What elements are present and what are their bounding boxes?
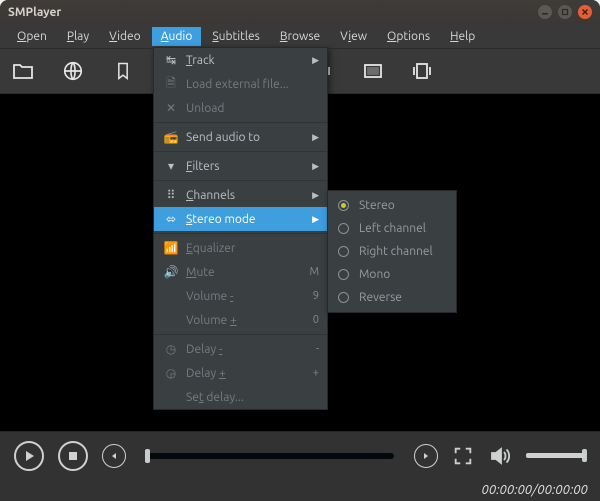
stereo-option-right[interactable]: Right channel: [328, 240, 456, 263]
chevron-right-icon: ▶: [312, 55, 319, 66]
stop-button[interactable]: [58, 441, 88, 471]
playback-controls: [0, 431, 600, 479]
stereo-option-reverse[interactable]: Reverse: [328, 286, 456, 309]
filter-icon: ▾: [162, 159, 180, 173]
audio-unload-item[interactable]: ✕Unload: [154, 96, 327, 120]
audio-mute-item[interactable]: 🔊MuteM: [154, 260, 327, 284]
x-icon: ✕: [162, 101, 180, 115]
send-icon: 📻: [162, 130, 180, 144]
menu-options[interactable]: Options: [378, 27, 439, 46]
audio-delay-down-item[interactable]: ◷Delay --: [154, 337, 327, 361]
menu-browse[interactable]: Browse: [271, 27, 329, 46]
clock-minus-icon: ◷: [162, 342, 180, 356]
chevron-right-icon: ▶: [312, 161, 319, 172]
separator: [154, 180, 327, 181]
fullscreen-button[interactable]: [452, 445, 474, 467]
menu-video[interactable]: Video: [100, 27, 150, 46]
menu-help[interactable]: Help: [441, 27, 484, 46]
chevron-right-icon: ▶: [312, 132, 319, 143]
aspect-icon[interactable]: [360, 58, 386, 84]
close-button[interactable]: [578, 5, 592, 19]
audio-equalizer-item[interactable]: 📶Equalizer: [154, 236, 327, 260]
audio-stereo-mode-item[interactable]: ⬄Stereo mode▶: [154, 207, 327, 231]
audio-load-external-item[interactable]: 🗎Load external file...: [154, 72, 327, 96]
minimize-button[interactable]: [538, 5, 552, 19]
audio-volume-down-item[interactable]: Volume -9: [154, 284, 327, 308]
seek-bar[interactable]: [146, 453, 394, 459]
radio-icon: [338, 269, 349, 280]
chevron-right-icon: ▶: [312, 190, 319, 201]
stereo-box-icon[interactable]: [410, 58, 436, 84]
volume-slider[interactable]: [526, 453, 586, 458]
audio-set-delay-item[interactable]: Set delay...: [154, 385, 327, 409]
time-total: 00:00:00: [537, 483, 588, 497]
audio-send-to-item[interactable]: 📻Send audio to▶: [154, 125, 327, 149]
chevron-right-icon: ▶: [312, 214, 319, 225]
stereo-mode-submenu: Stereo Left channel Right channel Mono R…: [327, 190, 457, 313]
audio-volume-up-item[interactable]: Volume +0: [154, 308, 327, 332]
channels-icon: ⠿: [162, 188, 180, 202]
volume-button[interactable]: [488, 444, 512, 468]
window-buttons: [538, 5, 592, 19]
menu-subtitles[interactable]: Subtitles: [203, 27, 269, 46]
bookmark-icon[interactable]: [110, 58, 136, 84]
file-icon: 🗎: [162, 74, 180, 95]
audio-channels-item[interactable]: ⠿Channels▶: [154, 183, 327, 207]
stereo-icon: ⬄: [162, 212, 180, 226]
radio-icon: [338, 200, 349, 211]
menu-open[interactable]: Open: [8, 27, 56, 46]
menu-view[interactable]: View: [331, 27, 376, 46]
equalizer-icon: 📶: [162, 241, 180, 255]
audio-delay-up-item[interactable]: ◶Delay ++: [154, 361, 327, 385]
separator: [154, 122, 327, 123]
tracks-icon: ↹: [162, 53, 180, 67]
audio-filters-item[interactable]: ▾Filters▶: [154, 154, 327, 178]
status-bar: 00:00:00 / 00:00:00: [0, 479, 600, 501]
radio-icon: [338, 292, 349, 303]
audio-track-item[interactable]: ↹Track▶: [154, 48, 327, 72]
folder-icon[interactable]: [10, 58, 36, 84]
audio-menu-dropdown: ↹Track▶ 🗎Load external file... ✕Unload 📻…: [153, 47, 328, 410]
separator: [154, 233, 327, 234]
next-button[interactable]: [414, 444, 438, 468]
time-current: 00:00:00: [482, 483, 533, 497]
separator: [154, 151, 327, 152]
radio-icon: [338, 246, 349, 257]
globe-icon[interactable]: [60, 58, 86, 84]
separator: [154, 334, 327, 335]
prev-button[interactable]: [102, 444, 126, 468]
maximize-button[interactable]: [558, 5, 572, 19]
titlebar[interactable]: SMPlayer: [0, 0, 600, 24]
stereo-option-stereo[interactable]: Stereo: [328, 194, 456, 217]
stereo-option-mono[interactable]: Mono: [328, 263, 456, 286]
speaker-icon: 🔊: [162, 265, 180, 279]
window-title: SMPlayer: [8, 6, 538, 19]
clock-plus-icon: ◶: [162, 366, 180, 380]
radio-icon: [338, 223, 349, 234]
play-button[interactable]: [14, 441, 44, 471]
stereo-option-left[interactable]: Left channel: [328, 217, 456, 240]
menubar: Open Play Video Audio Subtitles Browse V…: [0, 24, 600, 48]
menu-audio[interactable]: Audio: [152, 27, 202, 46]
menu-play[interactable]: Play: [58, 27, 98, 46]
